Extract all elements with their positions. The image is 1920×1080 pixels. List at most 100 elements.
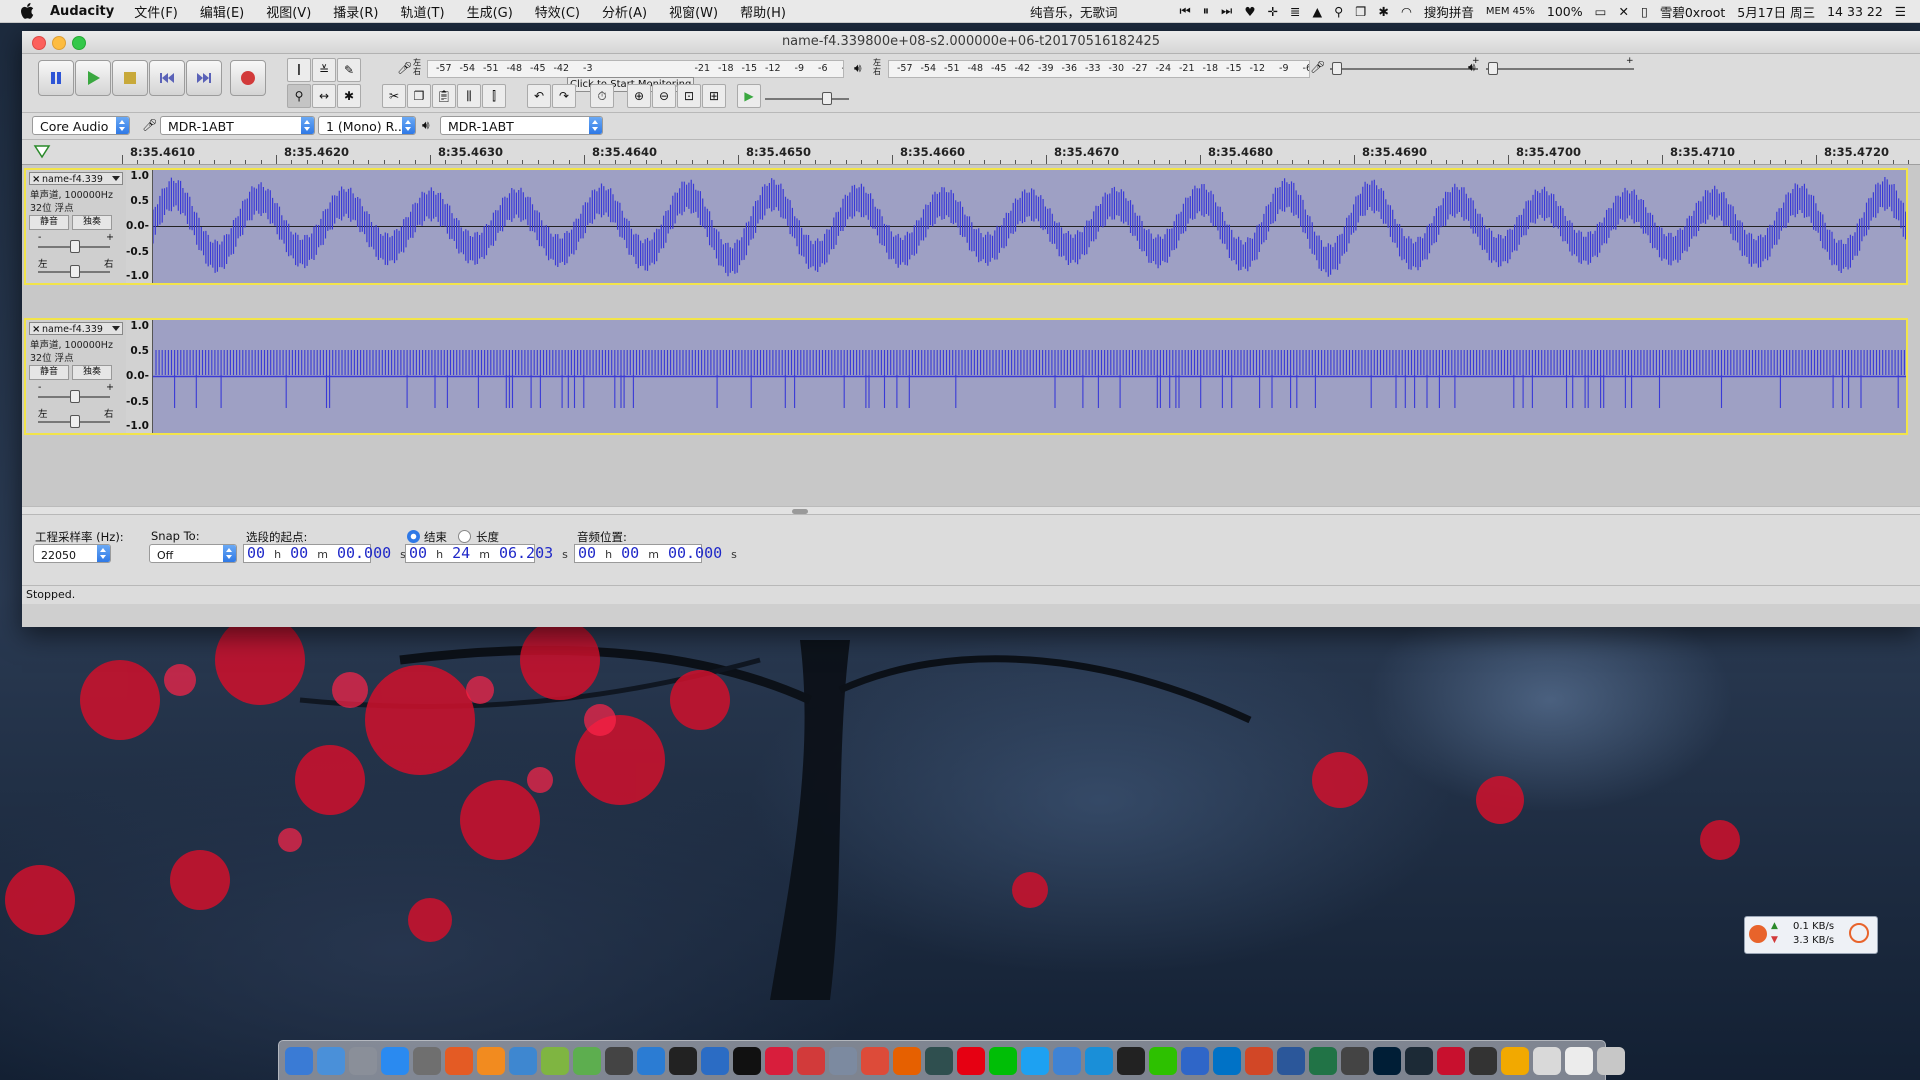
pause-button[interactable]	[38, 60, 74, 96]
multi-tool[interactable]: ✱	[337, 84, 361, 108]
excel-icon[interactable]	[1309, 1046, 1337, 1075]
server-icon[interactable]: ≣	[1290, 4, 1300, 19]
audacity-dock-icon[interactable]	[1501, 1046, 1529, 1075]
track-2-gain-thumb[interactable]	[70, 390, 80, 403]
redo-button[interactable]: ↷	[552, 84, 576, 108]
file-manager-icon[interactable]	[317, 1046, 345, 1075]
undo-button[interactable]: ↶	[527, 84, 551, 108]
fit-selection-button[interactable]: ⊡	[677, 84, 701, 108]
next-track-icon[interactable]: ⏭	[1221, 3, 1232, 19]
menu-transport[interactable]: 播录(R)	[333, 2, 378, 21]
track-1-name-menu[interactable]: × name-f4.339	[29, 172, 123, 185]
play-head-icon[interactable]	[33, 143, 51, 161]
selection-end-time[interactable]: 00 h 24 m 06.203 s	[405, 544, 568, 563]
date-text[interactable]: 5月17日 周三	[1737, 2, 1815, 21]
photo-booth-icon[interactable]	[797, 1046, 825, 1075]
paper-plane-icon[interactable]	[1181, 1046, 1209, 1075]
play-at-speed-button[interactable]: ▶	[737, 84, 761, 108]
track-1-pan-thumb[interactable]	[70, 265, 80, 278]
sync-lock-button[interactable]: ⏱	[590, 84, 614, 108]
final-cut-icon[interactable]	[1341, 1046, 1369, 1075]
now-playing-text[interactable]: 纯音乐，无歌词	[1030, 2, 1118, 21]
input-method-label[interactable]: 搜狗拼音	[1424, 2, 1474, 21]
powerpoint-icon[interactable]	[1245, 1046, 1273, 1075]
search-icon[interactable]: ⚲	[1334, 4, 1343, 19]
cut-button[interactable]: ✂	[382, 84, 406, 108]
audio-track-2[interactable]: × name-f4.339 单声道, 100000Hz 32位 浮点 静音 独奏…	[24, 318, 1908, 435]
x-icon[interactable]: ✕	[1618, 4, 1628, 19]
network-monitor-widget[interactable]: ▲ ▼ 0.1 KB/s 3.3 KB/s	[1744, 916, 1878, 954]
window-minimize-button[interactable]	[52, 36, 66, 50]
selection-start-time[interactable]: 00 h 00 m 00.000 s	[243, 544, 406, 563]
menu-edit[interactable]: 编辑(E)	[200, 2, 244, 21]
play-button[interactable]	[75, 60, 111, 96]
playback-device-select[interactable]: MDR-1ABT	[440, 116, 603, 135]
track-2-solo-button[interactable]: 独奏	[72, 365, 112, 380]
terminal-icon[interactable]	[733, 1046, 761, 1075]
qq-icon[interactable]	[1117, 1046, 1145, 1075]
user-name[interactable]: 雪碧0xroot	[1660, 2, 1725, 21]
notes-dark-icon[interactable]	[605, 1046, 633, 1075]
track-2-name-menu[interactable]: × name-f4.339	[29, 322, 123, 335]
android-studio-icon[interactable]	[541, 1046, 569, 1075]
close-icon[interactable]: ×	[32, 323, 40, 336]
menu-view[interactable]: 视图(V)	[266, 2, 311, 21]
draw-tool[interactable]: ✎	[337, 58, 361, 82]
lightroom-icon[interactable]	[1405, 1046, 1433, 1075]
zoom-tool[interactable]: ⚲	[287, 84, 311, 108]
launchpad-icon[interactable]	[349, 1046, 377, 1075]
bird-icon[interactable]	[1085, 1046, 1113, 1075]
wifi-icon[interactable]: ◠	[1401, 4, 1412, 19]
output-volume-track[interactable]	[1486, 68, 1634, 70]
refresh-icon[interactable]	[1849, 923, 1869, 943]
input-volume-track[interactable]	[1330, 68, 1478, 70]
app-store-icon[interactable]	[381, 1046, 409, 1075]
length-radio-label[interactable]: 长度	[476, 529, 499, 545]
skip-to-start-button[interactable]	[149, 60, 185, 96]
sourcetree-icon[interactable]	[573, 1046, 601, 1075]
netease-music-icon[interactable]	[957, 1046, 985, 1075]
twitter-icon[interactable]	[1021, 1046, 1049, 1075]
project-rate-select[interactable]: 22050	[33, 544, 111, 563]
mountain-icon[interactable]: ▲	[1313, 4, 1323, 19]
battery-icon[interactable]: ▭	[1595, 4, 1607, 19]
track-2-mute-button[interactable]: 静音	[29, 365, 69, 380]
previous-track-icon[interactable]: ⏮	[1180, 3, 1191, 19]
firefox-icon[interactable]	[893, 1046, 921, 1075]
activity-monitor-icon[interactable]	[925, 1046, 953, 1075]
menu-help[interactable]: 帮助(H)	[740, 2, 786, 21]
audio-host-select[interactable]: Core Audio	[32, 116, 130, 135]
word-icon[interactable]	[1277, 1046, 1305, 1075]
downloads-folder-icon[interactable]	[1533, 1046, 1561, 1075]
speaker-icon[interactable]: 🔊︎	[854, 61, 862, 76]
tweetbot-icon[interactable]	[1053, 1046, 1081, 1075]
virtualbox-icon[interactable]	[829, 1046, 857, 1075]
parallels-icon[interactable]	[1437, 1046, 1465, 1075]
copy-button[interactable]: ❐	[407, 84, 431, 108]
track-2-vertical-scale[interactable]: 1.0 0.5 0.0- -0.5 -1.0	[126, 320, 153, 433]
safari-icon[interactable]	[701, 1046, 729, 1075]
silence-button[interactable]: ⫿	[482, 84, 506, 108]
track-1-waveform[interactable]	[153, 170, 1906, 283]
track-2-waveform[interactable]	[153, 320, 1906, 433]
recording-device-select[interactable]: MDR-1ABT	[160, 116, 315, 135]
playback-meter[interactable]: -57 -54 -51 -48 -45 -42 -39 -36 -33 -30 -27 -24 -21-…	[888, 60, 1310, 78]
fit-project-button[interactable]: ⊞	[702, 84, 726, 108]
wechat-icon[interactable]	[1149, 1046, 1177, 1075]
paste-button[interactable]: 📋︎	[432, 84, 456, 108]
github-icon[interactable]	[669, 1046, 697, 1075]
track-1-gain-thumb[interactable]	[70, 240, 80, 253]
heart-icon[interactable]: ♥	[1244, 4, 1255, 19]
window-titlebar[interactable]: name-f4.339800e+08-s2.000000e+06-t201705…	[22, 31, 1920, 54]
track-1-vertical-scale[interactable]: 1.0 0.5 0.0- -0.5 -1.0	[126, 170, 153, 283]
pin-icon[interactable]: ✛	[1268, 4, 1278, 19]
menu-window[interactable]: 视窗(W)	[669, 2, 718, 21]
markdown-icon[interactable]	[637, 1046, 665, 1075]
audio-track-1[interactable]: × name-f4.339 单声道, 100000Hz 32位 浮点 静音 独奏…	[24, 168, 1908, 285]
end-radio[interactable]	[407, 530, 420, 543]
menu-generate[interactable]: 生成(G)	[467, 2, 513, 21]
time-text[interactable]: 14 33 22	[1827, 4, 1883, 19]
xcode-icon[interactable]	[509, 1046, 537, 1075]
play-speed-thumb[interactable]	[822, 92, 832, 105]
snap-to-select[interactable]: Off	[149, 544, 237, 563]
